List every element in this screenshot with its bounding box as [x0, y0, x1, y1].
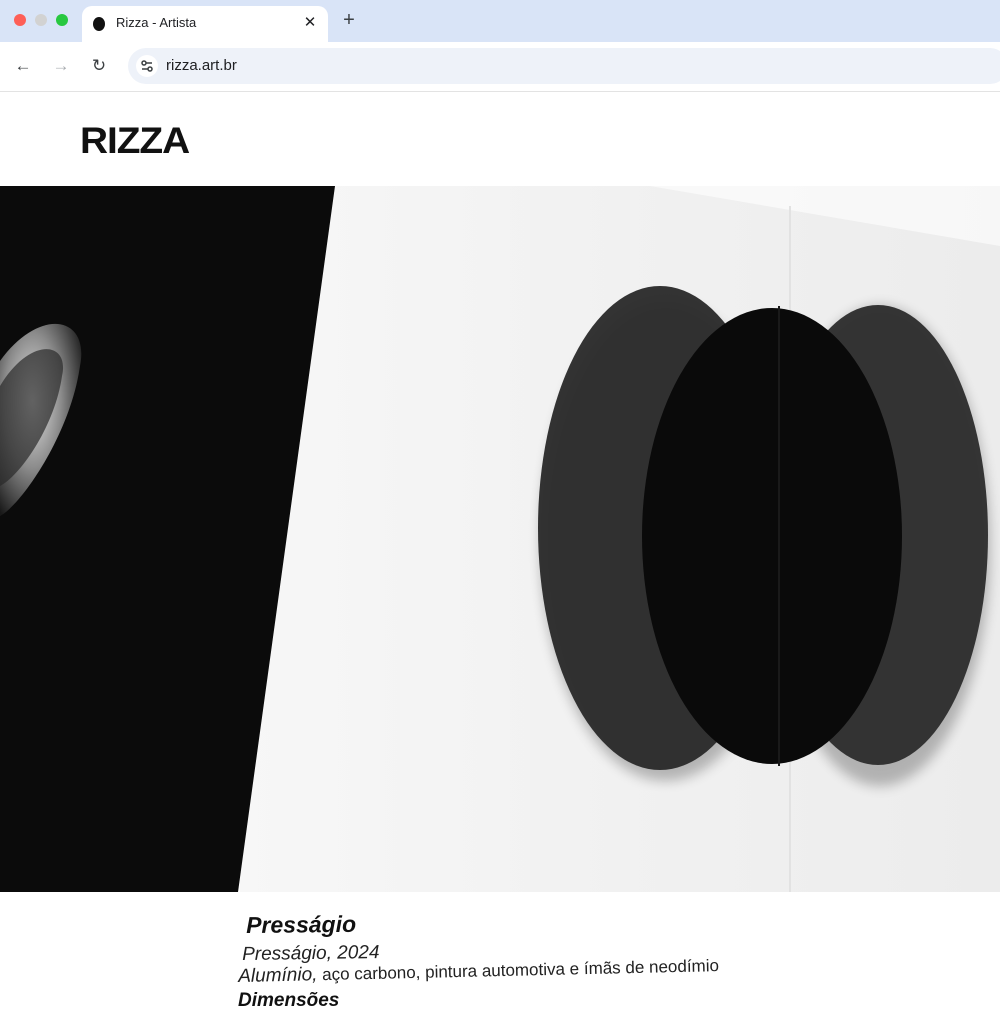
tab-active[interactable]: Rizza - Artista ✕ — [82, 6, 328, 42]
reload-icon[interactable]: ↻ — [87, 54, 111, 78]
back-arrow-icon[interactable]: ← — [11, 54, 35, 78]
tab-title: Rizza - Artista — [116, 15, 197, 30]
new-tab-button[interactable]: + — [338, 9, 360, 31]
maximize-window-button[interactable] — [56, 14, 68, 26]
minimize-window-button[interactable] — [35, 14, 47, 26]
site-logo[interactable]: RIZZA — [80, 120, 190, 162]
artwork-images — [0, 186, 1000, 892]
artwork-next-line: Dimensões — [238, 990, 340, 1011]
close-window-button[interactable] — [14, 14, 26, 26]
artwork-title: Presságio — [246, 910, 357, 938]
artwork-materials-lead: Alumínio, — [238, 964, 318, 987]
url-text: rizza.art.br — [166, 57, 237, 74]
forward-arrow-icon[interactable]: → — [49, 54, 73, 78]
site-settings-icon[interactable] — [136, 55, 158, 77]
artwork-disc-overlap — [642, 308, 902, 764]
tab-strip: Rizza - Artista ✕ + — [0, 0, 1000, 42]
artwork-carousel[interactable] — [0, 186, 1000, 892]
address-bar[interactable]: rizza.art.br — [128, 48, 1000, 84]
browser-toolbar: ← → ↻ rizza.art.br — [0, 42, 1000, 92]
close-icon[interactable]: ✕ — [300, 13, 320, 33]
favicon-icon — [93, 17, 105, 31]
